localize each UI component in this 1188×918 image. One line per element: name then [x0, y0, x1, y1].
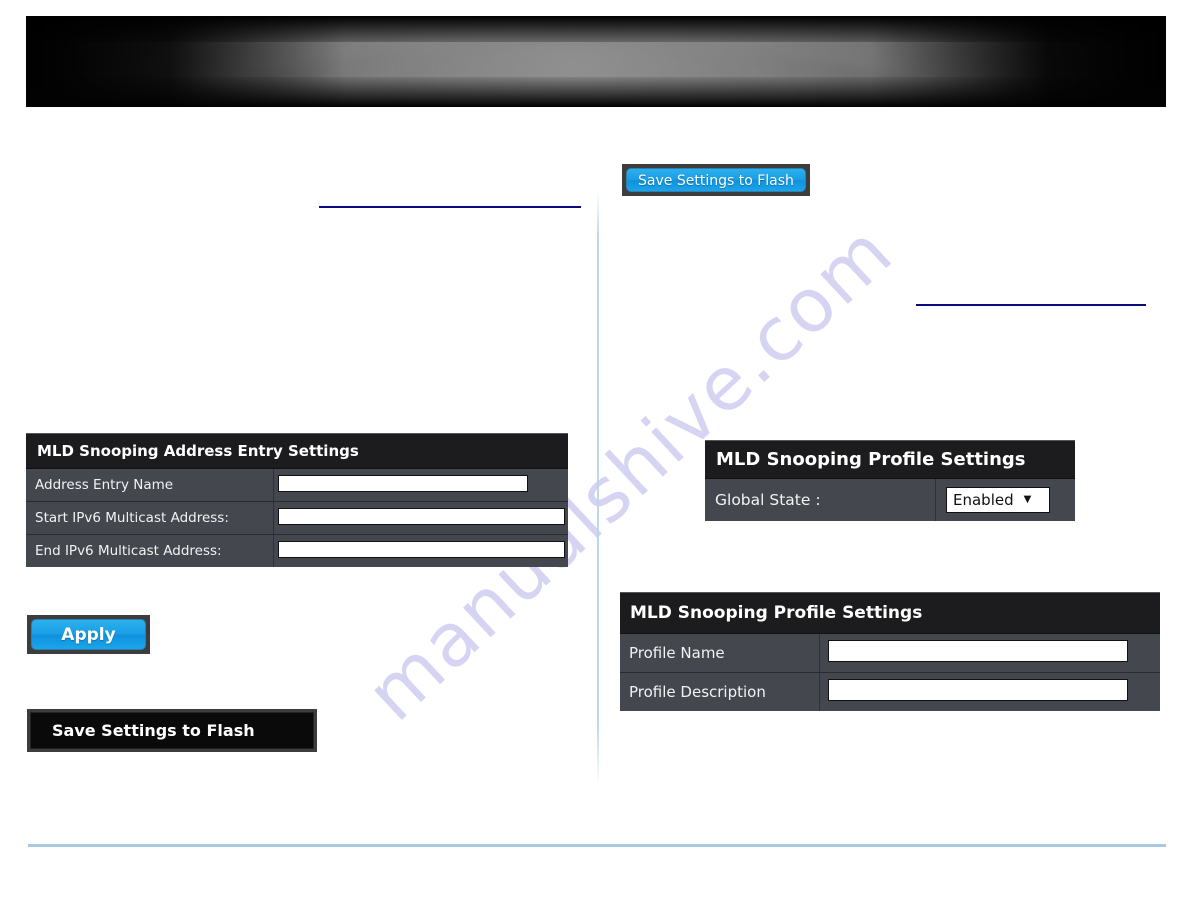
link-underline-left: [319, 206, 581, 208]
apply-button[interactable]: Apply: [31, 619, 146, 650]
save-settings-to-flash-button-bottom-frame: Save Settings to Flash: [27, 709, 317, 752]
global-state-label: Global State :: [705, 478, 936, 521]
end-ipv6-multicast-address-label: End IPv6 Multicast Address:: [26, 534, 274, 567]
table-title: MLD Snooping Address Entry Settings: [26, 433, 568, 469]
profile-description-label: Profile Description: [620, 672, 820, 711]
profile-description-input[interactable]: [828, 679, 1128, 701]
save-settings-to-flash-button-bottom[interactable]: Save Settings to Flash: [30, 712, 314, 749]
mld-snooping-address-entry-settings-table: MLD Snooping Address Entry Settings Addr…: [26, 433, 568, 567]
table-row: End IPv6 Multicast Address:: [26, 534, 568, 567]
table-row: Profile Description: [620, 672, 1160, 711]
table-row: Global State : Enabled ▼: [705, 478, 1075, 521]
save-settings-to-flash-button-top-frame: Save Settings to Flash: [622, 164, 810, 196]
profile-name-label: Profile Name: [620, 633, 820, 673]
start-ipv6-multicast-address-cell: [273, 501, 568, 535]
address-entry-name-cell: [273, 468, 568, 502]
table-header-row: MLD Snooping Address Entry Settings: [26, 433, 568, 469]
mld-snooping-profile-settings-global-state-table: MLD Snooping Profile Settings Global Sta…: [705, 440, 1075, 521]
global-state-select[interactable]: Enabled ▼: [946, 487, 1050, 513]
start-ipv6-multicast-address-label: Start IPv6 Multicast Address:: [26, 501, 274, 535]
global-state-selected-value: Enabled: [953, 491, 1014, 509]
footer-divider: [28, 844, 1166, 847]
chevron-down-icon: ▼: [1023, 494, 1032, 505]
page-banner: [26, 16, 1166, 107]
table-header-row: MLD Snooping Profile Settings: [620, 592, 1160, 634]
address-entry-name-label: Address Entry Name: [26, 468, 274, 502]
table-row: Address Entry Name: [26, 468, 568, 502]
table-row: Profile Name: [620, 633, 1160, 673]
profile-name-input[interactable]: [828, 640, 1128, 662]
mld-snooping-profile-settings-fields-table: MLD Snooping Profile Settings Profile Na…: [620, 592, 1160, 711]
table-title: MLD Snooping Profile Settings: [620, 592, 1160, 634]
banner-shade-bottom: [26, 77, 1166, 107]
start-ipv6-multicast-address-input[interactable]: [278, 507, 565, 525]
table-row: Start IPv6 Multicast Address:: [26, 501, 568, 535]
profile-description-cell: [819, 672, 1160, 711]
end-ipv6-multicast-address-cell: [273, 534, 568, 567]
table-title: MLD Snooping Profile Settings: [705, 440, 1075, 479]
global-state-cell: Enabled ▼: [935, 478, 1075, 521]
link-underline-right: [916, 304, 1146, 306]
end-ipv6-multicast-address-input[interactable]: [278, 540, 565, 558]
table-header-row: MLD Snooping Profile Settings: [705, 440, 1075, 479]
apply-button-frame: Apply: [27, 615, 150, 654]
banner-shade-top: [26, 16, 1166, 42]
address-entry-name-input[interactable]: [278, 474, 528, 492]
save-settings-to-flash-button-top[interactable]: Save Settings to Flash: [626, 168, 806, 192]
profile-name-cell: [819, 633, 1160, 673]
column-divider: [597, 190, 599, 785]
